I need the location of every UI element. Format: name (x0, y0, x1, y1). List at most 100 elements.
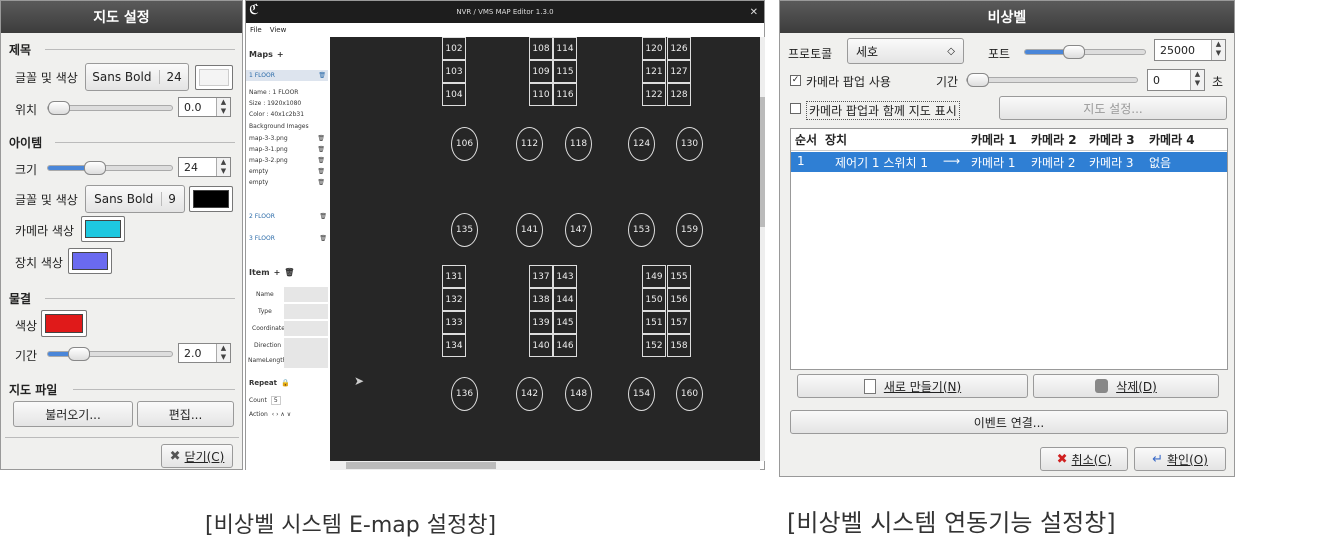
map-grid-cell[interactable]: 146 (553, 334, 577, 357)
map-grid-cell[interactable]: 116 (553, 83, 577, 106)
period-slider[interactable] (966, 73, 1138, 87)
vertical-scrollbar[interactable] (760, 37, 765, 461)
title-color-swatch[interactable] (195, 65, 233, 90)
map-grid-cell[interactable]: 137 (529, 265, 553, 288)
map-grid-cell[interactable]: 121 (642, 60, 666, 83)
lock-icon[interactable]: 🔒 (281, 379, 290, 387)
map-camera-circle[interactable]: 148 (565, 377, 592, 411)
map-grid-cell[interactable]: 104 (442, 83, 466, 106)
period-spinbox[interactable]: 0 ▲ ▼ (1147, 69, 1205, 91)
map-grid-cell[interactable]: 102 (442, 37, 466, 60)
slider-knob[interactable] (967, 73, 989, 87)
delete-button[interactable]: 삭제(D) (1033, 374, 1219, 398)
edit-button[interactable]: 편집... (137, 401, 234, 427)
trash-icon[interactable]: 🗑 (284, 268, 294, 277)
map-camera-circle[interactable]: 135 (451, 213, 478, 247)
scroll-thumb[interactable] (760, 97, 765, 227)
port-slider[interactable] (1024, 45, 1146, 59)
scroll-thumb[interactable] (346, 462, 496, 469)
map-grid-cell[interactable]: 143 (553, 265, 577, 288)
map-grid-cell[interactable]: 149 (642, 265, 666, 288)
bg-image-item[interactable]: empty 🗑 (249, 166, 325, 177)
wave-duration-slider[interactable] (47, 347, 173, 361)
trash-icon[interactable]: 🗑 (319, 213, 327, 220)
count-input[interactable]: 5 (270, 396, 281, 405)
spin-arrows-icon[interactable]: ▲ ▼ (216, 98, 230, 116)
trash-icon[interactable]: 🗑 (317, 135, 325, 142)
map-grid-cell[interactable]: 144 (553, 288, 577, 311)
size-spinbox[interactable]: 24 ▲ ▼ (178, 157, 231, 177)
map-grid-cell[interactable]: 152 (642, 334, 666, 357)
wave-duration-spinbox[interactable]: 2.0 ▲ ▼ (178, 343, 231, 363)
spin-arrows-icon[interactable]: ▲ ▼ (1211, 40, 1225, 60)
map-grid-cell[interactable]: 126 (667, 37, 691, 60)
map-grid-cell[interactable]: 156 (667, 288, 691, 311)
map-camera-circle[interactable]: 160 (676, 377, 703, 411)
map-grid-cell[interactable]: 132 (442, 288, 466, 311)
camera-popup-checkbox[interactable]: ✓ (790, 75, 801, 86)
map-camera-circle[interactable]: 154 (628, 377, 655, 411)
trash-icon[interactable]: 🗑 (319, 235, 327, 242)
event-link-button[interactable]: 이벤트 연결... (790, 410, 1228, 434)
map-grid-cell[interactable]: 122 (642, 83, 666, 106)
spin-arrows-icon[interactable]: ▲ ▼ (1190, 70, 1204, 90)
trash-icon[interactable]: 🗑 (317, 168, 325, 175)
spin-arrows-icon[interactable]: ▲ ▼ (216, 158, 230, 176)
bg-image-item[interactable]: map-3-1.png 🗑 (249, 144, 325, 155)
trash-icon[interactable]: 🗑 (318, 72, 326, 79)
map-camera-circle[interactable]: 142 (516, 377, 543, 411)
map-grid-cell[interactable]: 157 (667, 311, 691, 334)
position-slider[interactable] (47, 101, 173, 115)
port-spinbox[interactable]: 25000 ▲ ▼ (1154, 39, 1226, 61)
close-icon[interactable]: ✕ (750, 7, 758, 18)
trash-icon[interactable]: 🗑 (317, 157, 325, 164)
map-grid-cell[interactable]: 109 (529, 60, 553, 83)
slider-knob[interactable] (1063, 45, 1085, 59)
close-button[interactable]: ✖ 닫기(C) (161, 444, 233, 468)
add-item-icon[interactable]: + (274, 268, 281, 277)
map-grid-cell[interactable]: 108 (529, 37, 553, 60)
table-row[interactable]: 1 제어기 1 스위치 1 ⟶ 카메라 1 카메라 2 카메라 3 없음 (791, 152, 1227, 172)
map-grid-cell[interactable]: 158 (667, 334, 691, 357)
bg-image-item[interactable]: map-3-2.png 🗑 (249, 155, 325, 166)
bg-image-item[interactable]: empty 🗑 (249, 177, 325, 188)
map-camera-circle[interactable]: 141 (516, 213, 543, 247)
new-button[interactable]: 새로 만들기(N) (797, 374, 1028, 398)
item-namelength-input[interactable] (284, 353, 328, 368)
map-grid-cell[interactable]: 110 (529, 83, 553, 106)
map-camera-circle[interactable]: 136 (451, 377, 478, 411)
item-coordinate-input[interactable] (284, 321, 328, 336)
size-slider[interactable] (47, 161, 173, 175)
trash-icon[interactable]: 🗑 (317, 146, 325, 153)
map-grid-cell[interactable]: 155 (667, 265, 691, 288)
map-grid-cell[interactable]: 131 (442, 265, 466, 288)
map-camera-circle[interactable]: 130 (676, 127, 703, 161)
device-color-swatch[interactable] (68, 248, 112, 274)
floor3-item[interactable]: 3 FLOOR 🗑 (249, 233, 327, 244)
map-grid-cell[interactable]: 151 (642, 311, 666, 334)
map-grid-cell[interactable]: 115 (553, 60, 577, 83)
bg-image-item[interactable]: map-3-3.png 🗑 (249, 133, 325, 144)
map-grid-cell[interactable]: 138 (529, 288, 553, 311)
slider-knob[interactable] (84, 161, 106, 175)
action-arrows[interactable]: ‹ › ∧ ∨ (272, 411, 291, 418)
map-camera-circle[interactable]: 118 (565, 127, 592, 161)
map-settings-button[interactable]: 지도 설정... (999, 96, 1227, 120)
map-grid-cell[interactable]: 150 (642, 288, 666, 311)
camera-color-swatch[interactable] (81, 216, 125, 242)
protocol-dropdown[interactable]: 세호 ◇ (847, 38, 964, 64)
spin-arrows-icon[interactable]: ▲ ▼ (216, 344, 230, 362)
horizontal-scrollbar[interactable] (330, 461, 760, 470)
slider-knob[interactable] (68, 347, 90, 361)
cancel-button[interactable]: ✖ 취소(C) (1040, 447, 1128, 471)
title-font-button[interactable]: Sans Bold 24 (85, 63, 189, 91)
item-font-button[interactable]: Sans Bold 9 (85, 185, 185, 213)
item-color-swatch[interactable] (189, 186, 233, 212)
map-camera-circle[interactable]: 124 (628, 127, 655, 161)
map-grid-cell[interactable]: 120 (642, 37, 666, 60)
add-map-icon[interactable]: + (277, 50, 284, 59)
floor2-item[interactable]: 2 FLOOR 🗑 (249, 211, 327, 222)
map-grid-cell[interactable]: 133 (442, 311, 466, 334)
map-camera-circle[interactable]: 112 (516, 127, 543, 161)
map-camera-circle[interactable]: 153 (628, 213, 655, 247)
